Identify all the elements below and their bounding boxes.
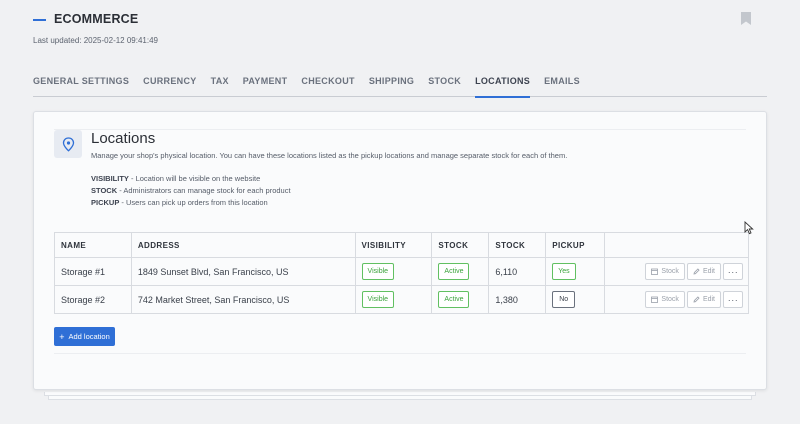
- legend-item: VISIBILITY - Location will be visible on…: [91, 173, 291, 185]
- cell-stock-qty: 6,110: [488, 257, 547, 286]
- stock-button[interactable]: Stock: [645, 291, 685, 308]
- pencil-icon: [693, 268, 700, 275]
- column-header-visibility: VISIBILITY: [354, 232, 433, 258]
- page-header: ECOMMERCE Last updated: 2025-02-12 09:41…: [33, 10, 760, 50]
- add-location-button[interactable]: + Add location: [54, 327, 115, 346]
- mouse-pointer-icon: [744, 221, 754, 235]
- cell-stock-qty: 1,380: [488, 285, 547, 314]
- tab-checkout[interactable]: CHECKOUT: [301, 73, 354, 97]
- dash-accent-icon: [33, 18, 46, 21]
- cell-address: 742 Market Street, San Francisco, US: [130, 285, 356, 314]
- tab-shipping[interactable]: SHIPPING: [369, 73, 414, 97]
- legend-text: - Location will be visible on the websit…: [128, 174, 261, 183]
- table-row: Storage #1 1849 Sunset Blvd, San Francis…: [54, 257, 749, 286]
- tab-emails[interactable]: EMAILS: [544, 73, 580, 97]
- locations-table: NAME ADDRESS VISIBILITY STOCK STOCK PICK…: [54, 232, 749, 314]
- tab-stock[interactable]: STOCK: [428, 73, 461, 97]
- locations-card: Locations Manage your shop's physical lo…: [33, 111, 767, 390]
- bookmark-icon[interactable]: [741, 12, 751, 25]
- visibility-badge[interactable]: Visible: [361, 263, 395, 280]
- table-row: Storage #2 742 Market Street, San Franci…: [54, 285, 749, 314]
- column-header-address: ADDRESS: [130, 232, 356, 258]
- column-header-pickup: PICKUP: [545, 232, 606, 258]
- tab-payment[interactable]: PAYMENT: [243, 73, 288, 97]
- box-icon: [651, 268, 659, 275]
- edit-button[interactable]: Edit: [686, 263, 721, 280]
- column-header-actions: [604, 232, 749, 258]
- pickup-badge[interactable]: No: [552, 291, 576, 308]
- legend: VISIBILITY - Location will be visible on…: [91, 173, 291, 209]
- edit-button[interactable]: Edit: [686, 291, 721, 308]
- tab-tax[interactable]: TAX: [211, 73, 229, 97]
- cell-name: Storage #1: [54, 257, 132, 286]
- stock-button-label: Stock: [661, 296, 679, 303]
- column-header-name: NAME: [54, 232, 132, 258]
- pickup-badge[interactable]: Yes: [552, 263, 576, 280]
- legend-item: STOCK - Administrators can manage stock …: [91, 185, 291, 197]
- last-updated: Last updated: 2025-02-12 09:41:49: [33, 36, 158, 45]
- legend-term: STOCK: [91, 186, 118, 195]
- box-icon: [651, 296, 659, 303]
- row-actions: Stock Edit ···: [611, 263, 748, 280]
- more-options-button[interactable]: ···: [723, 263, 743, 280]
- cell-address: 1849 Sunset Blvd, San Francisco, US: [130, 257, 356, 286]
- legend-term: VISIBILITY: [91, 174, 129, 183]
- column-header-stock-qty: STOCK: [488, 232, 547, 258]
- table-header-row: NAME ADDRESS VISIBILITY STOCK STOCK PICK…: [54, 232, 749, 258]
- stock-button[interactable]: Stock: [645, 263, 685, 280]
- edit-button-label: Edit: [702, 296, 715, 303]
- settings-tabs: GENERAL SETTINGS CURRENCY TAX PAYMENT CH…: [33, 73, 767, 98]
- card-stack-layer: [48, 396, 752, 400]
- divider: [54, 353, 746, 354]
- legend-text: - Administrators can manage stock for ea…: [117, 186, 291, 195]
- tab-locations[interactable]: LOCATIONS: [475, 73, 531, 98]
- section-description: Manage your shop's physical location. Yo…: [91, 151, 568, 160]
- visibility-badge[interactable]: Visible: [361, 291, 395, 308]
- more-options-button[interactable]: ···: [723, 291, 743, 308]
- cell-name: Storage #2: [54, 285, 132, 314]
- legend-term: PICKUP: [91, 198, 120, 207]
- edit-button-label: Edit: [702, 268, 715, 275]
- stock-status-badge[interactable]: Active: [438, 291, 470, 308]
- legend-item: PICKUP - Users can pick up orders from t…: [91, 197, 291, 209]
- tab-general-settings[interactable]: GENERAL SETTINGS: [33, 73, 129, 97]
- add-location-label: Add location: [68, 332, 110, 341]
- map-pin-icon: [54, 130, 82, 158]
- column-header-stock-status: STOCK: [431, 232, 490, 258]
- stock-button-label: Stock: [661, 268, 679, 275]
- divider: [54, 129, 746, 130]
- row-actions: Stock Edit ···: [611, 291, 748, 308]
- legend-text: - Users can pick up orders from this loc…: [119, 198, 268, 207]
- stock-status-badge[interactable]: Active: [438, 263, 470, 280]
- tab-currency[interactable]: CURRENCY: [143, 73, 196, 97]
- page-title: ECOMMERCE: [54, 12, 139, 26]
- section-title: Locations: [91, 130, 156, 147]
- pencil-icon: [693, 296, 700, 303]
- plus-icon: +: [59, 331, 65, 342]
